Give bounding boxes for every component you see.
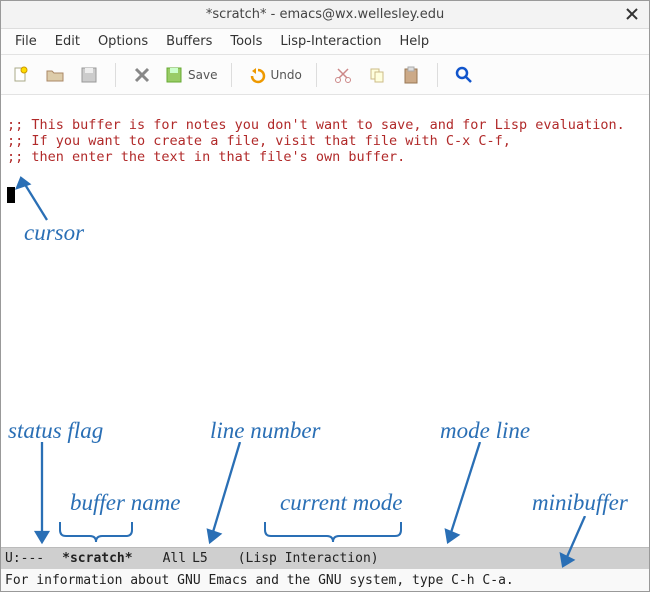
- editor-area[interactable]: ;; This buffer is for notes you don't wa…: [1, 95, 649, 547]
- modeline-buffer-name: *scratch*: [62, 551, 132, 566]
- toolbar-separator: [316, 63, 317, 87]
- save-icon: [164, 65, 184, 85]
- copy-button[interactable]: [365, 63, 389, 87]
- minibuffer-text: For information about GNU Emacs and the …: [5, 573, 514, 588]
- modeline-mode: (Lisp Interaction): [238, 551, 379, 566]
- copy-icon: [367, 65, 387, 85]
- mode-line[interactable]: U:--- *scratch* All L5 (Lisp Interaction…: [1, 547, 649, 569]
- close-file-button[interactable]: [130, 63, 154, 87]
- save-disk-button[interactable]: [77, 63, 101, 87]
- toolbar-separator: [115, 63, 116, 87]
- window-title: *scratch* - emacs@wx.wellesley.edu: [206, 7, 444, 22]
- menu-file[interactable]: File: [7, 31, 45, 52]
- scissors-icon: [333, 65, 353, 85]
- paste-icon: [401, 65, 421, 85]
- menu-lisp-interaction[interactable]: Lisp-Interaction: [272, 31, 389, 52]
- undo-label: Undo: [270, 68, 301, 82]
- menu-buffers[interactable]: Buffers: [158, 31, 220, 52]
- minibuffer[interactable]: For information about GNU Emacs and the …: [1, 569, 649, 591]
- menubar: File Edit Options Buffers Tools Lisp-Int…: [1, 29, 649, 55]
- cut-button[interactable]: [331, 63, 355, 87]
- search-button[interactable]: [452, 63, 476, 87]
- text-cursor: [7, 187, 15, 203]
- toolbar-separator: [231, 63, 232, 87]
- buffer-line-1: ;; This buffer is for notes you don't wa…: [7, 117, 625, 133]
- emacs-window: *scratch* - emacs@wx.wellesley.edu File …: [0, 0, 650, 592]
- modeline-line-number: L5: [192, 551, 208, 566]
- modeline-position: All: [163, 551, 186, 566]
- x-icon: [132, 65, 152, 85]
- paste-button[interactable]: [399, 63, 423, 87]
- menu-options[interactable]: Options: [90, 31, 156, 52]
- menu-edit[interactable]: Edit: [47, 31, 88, 52]
- close-button[interactable]: [623, 5, 641, 23]
- undo-button[interactable]: Undo: [246, 63, 301, 87]
- floppy-disk-icon: [79, 65, 99, 85]
- save-button[interactable]: Save: [164, 63, 217, 87]
- menu-tools[interactable]: Tools: [222, 31, 270, 52]
- open-file-button[interactable]: [43, 63, 67, 87]
- buffer-line-2: ;; If you want to create a file, visit t…: [7, 133, 511, 149]
- new-file-button[interactable]: [9, 63, 33, 87]
- new-file-icon: [11, 65, 31, 85]
- search-icon: [454, 65, 474, 85]
- modeline-status-flag: U:---: [5, 551, 44, 566]
- buffer-line-3: ;; then enter the text in that file's ow…: [7, 149, 405, 165]
- save-label: Save: [188, 68, 217, 82]
- close-icon: [626, 8, 638, 20]
- titlebar: *scratch* - emacs@wx.wellesley.edu: [1, 1, 649, 29]
- toolbar-separator: [437, 63, 438, 87]
- toolbar: Save Undo: [1, 55, 649, 95]
- menu-help[interactable]: Help: [392, 31, 438, 52]
- undo-icon: [246, 65, 266, 85]
- open-folder-icon: [45, 65, 65, 85]
